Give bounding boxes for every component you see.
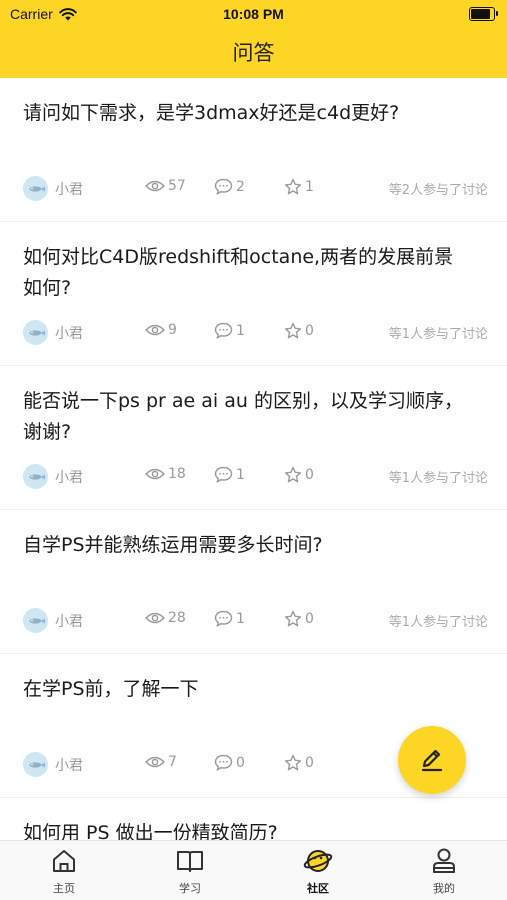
tab-home[interactable]: 主页 (24, 847, 104, 896)
question-title[interactable]: 在学PS前，了解一下 (23, 674, 463, 705)
avatar[interactable] (23, 176, 48, 201)
clock: 10:08 PM (223, 6, 284, 22)
avatar[interactable] (23, 320, 48, 345)
author-name[interactable]: 小君 (55, 179, 83, 199)
question-item[interactable]: 能否说一下ps pr ae ai au 的区别，以及学习顺序，谢谢? 小君 18… (0, 366, 507, 510)
question-title[interactable]: 能否说一下ps pr ae ai au 的区别，以及学习顺序，谢谢? (23, 386, 463, 448)
eye-icon (145, 324, 165, 336)
view-count-value: 9 (168, 322, 177, 338)
question-item[interactable]: 请问如下需求，是学3dmax好还是c4d更好? 小君 57 2 1 等2人参与了… (0, 78, 507, 222)
question-title[interactable]: 如何用 PS 做出一份精致简历? (23, 818, 463, 840)
participants-text: 等1人参与了讨论 (388, 327, 488, 342)
comment-icon (214, 322, 233, 339)
author-name[interactable]: 小君 (55, 755, 83, 775)
comment-count-value: 0 (236, 754, 245, 771)
page-title: 问答 (232, 41, 275, 65)
comment-count-value: 1 (236, 466, 245, 483)
comment-icon (214, 178, 233, 195)
question-meta: 小君 57 2 1 等2人参与了讨论 (23, 176, 488, 202)
tab-label: 学习 (179, 882, 201, 895)
pencil-icon (421, 749, 443, 772)
author-name[interactable]: 小君 (55, 323, 83, 343)
eye-icon (145, 180, 165, 192)
participants-text: 等2人参与了讨论 (388, 183, 488, 198)
question-title[interactable]: 请问如下需求，是学3dmax好还是c4d更好? (23, 98, 463, 129)
battery-icon (469, 7, 498, 21)
star-icon (284, 610, 302, 627)
star-count[interactable]: 0 (284, 322, 314, 340)
question-meta: 小君 18 1 0 等1人参与了讨论 (23, 464, 488, 490)
view-count: 9 (145, 322, 177, 338)
status-bar: Carrier 10:08 PM (0, 0, 507, 28)
comment-count[interactable]: 1 (214, 466, 245, 483)
star-icon (284, 754, 302, 771)
comment-count[interactable]: 2 (214, 178, 245, 195)
question-item[interactable]: 自学PS并能熟练运用需要多长时间? 小君 28 1 0 等1人参与了讨论 (0, 510, 507, 654)
tab-label: 我的 (433, 882, 455, 895)
star-icon (284, 178, 302, 195)
author-name[interactable]: 小君 (55, 611, 83, 631)
avatar[interactable] (23, 464, 48, 489)
participants-text: 等1人参与了讨论 (388, 471, 488, 486)
comment-icon (214, 466, 233, 483)
view-count: 7 (145, 754, 177, 770)
author-name[interactable]: 小君 (55, 467, 83, 487)
view-count-value: 7 (168, 754, 177, 770)
star-count[interactable]: 0 (284, 610, 314, 628)
tab-label: 社区 (307, 882, 329, 895)
planet-icon (303, 850, 333, 872)
comment-count-value: 2 (236, 178, 245, 195)
tab-profile[interactable]: 我的 (404, 847, 484, 896)
question-meta: 小君 9 1 0 等1人参与了讨论 (23, 320, 488, 346)
view-count-value: 57 (168, 178, 186, 194)
view-count: 28 (145, 610, 186, 626)
tab-label: 主页 (53, 882, 75, 895)
avatar[interactable] (23, 752, 48, 777)
compose-button[interactable] (398, 726, 466, 794)
star-icon (284, 466, 302, 483)
star-count[interactable]: 1 (284, 178, 314, 196)
question-title[interactable]: 如何对比C4D版redshift和octane,两者的发展前景如何? (23, 242, 463, 304)
comment-icon (214, 754, 233, 771)
eye-icon (145, 468, 165, 480)
participants-text: 等1人参与了讨论 (388, 615, 488, 630)
question-item[interactable]: 如何用 PS 做出一份精致简历? (0, 798, 507, 840)
book-icon (177, 851, 203, 872)
comment-count-value: 1 (236, 610, 245, 627)
tab-bar: 主页 学习 社区 我的 (0, 840, 507, 900)
comment-count[interactable]: 0 (214, 754, 245, 771)
comment-icon (214, 610, 233, 627)
eye-icon (145, 612, 165, 624)
view-count: 57 (145, 178, 186, 194)
star-count[interactable]: 0 (284, 466, 314, 484)
question-meta: 小君 28 1 0 等1人参与了讨论 (23, 608, 488, 634)
view-count-value: 28 (168, 610, 186, 626)
star-count-value: 0 (305, 467, 314, 483)
view-count: 18 (145, 466, 186, 482)
avatar[interactable] (23, 608, 48, 633)
header: Carrier 10:08 PM 问答 (0, 0, 507, 78)
star-count-value: 0 (305, 611, 314, 627)
home-icon (53, 850, 75, 872)
eye-icon (145, 756, 165, 768)
star-count-value: 1 (305, 179, 314, 195)
comment-count-value: 1 (236, 322, 245, 339)
comment-count[interactable]: 1 (214, 322, 245, 339)
tab-community[interactable]: 社区 (278, 847, 358, 896)
view-count-value: 18 (168, 466, 186, 482)
star-count-value: 0 (305, 323, 314, 339)
star-count[interactable]: 0 (284, 754, 314, 772)
star-count-value: 0 (305, 755, 314, 771)
tab-study[interactable]: 学习 (150, 847, 230, 896)
comment-count[interactable]: 1 (214, 610, 245, 627)
question-title[interactable]: 自学PS并能熟练运用需要多长时间? (23, 530, 463, 561)
user-icon (433, 848, 455, 873)
star-icon (284, 322, 302, 339)
question-item[interactable]: 如何对比C4D版redshift和octane,两者的发展前景如何? 小君 9 … (0, 222, 507, 366)
